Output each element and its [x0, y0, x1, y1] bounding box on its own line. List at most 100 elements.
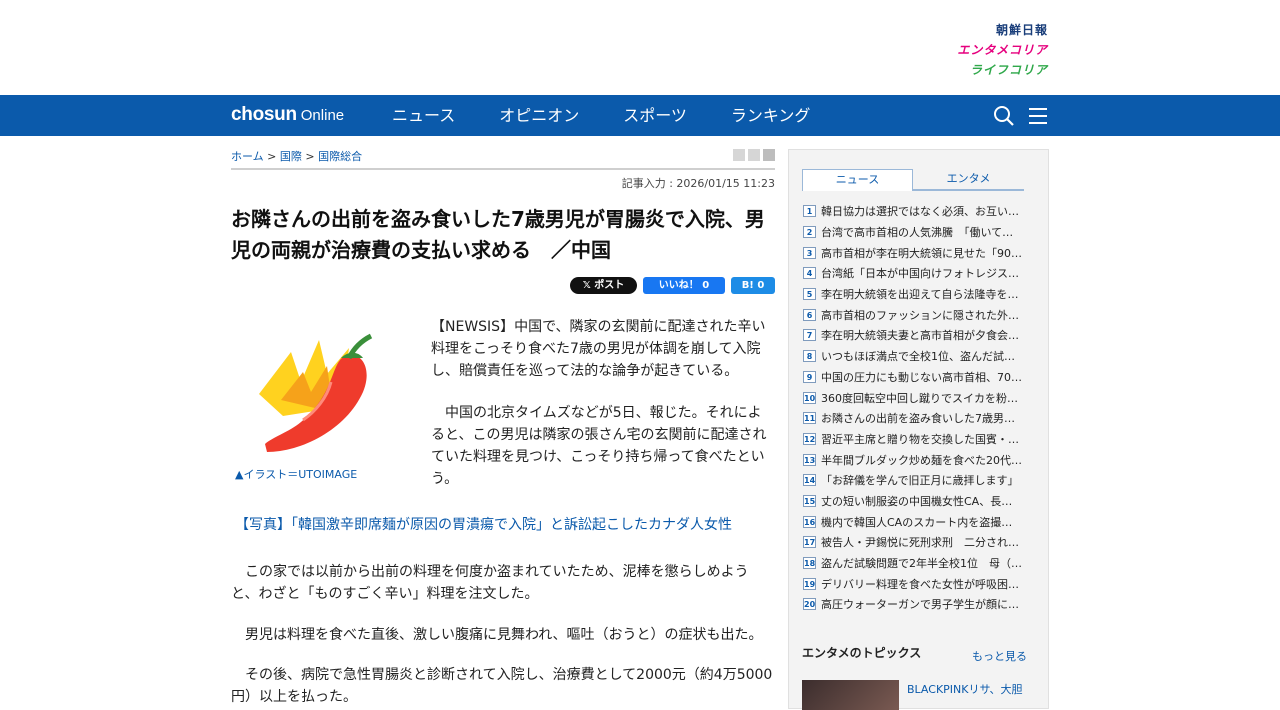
divider: [231, 168, 775, 170]
facebook-like-button[interactable]: いいね！ 0: [643, 277, 725, 294]
related-article-link[interactable]: 【写真】「韓国激辛即席麺が原因の胃潰瘍で入院」と訴訟起こしたカナダ人女性: [235, 514, 732, 534]
rank-number: 7: [803, 329, 816, 342]
ranking-item[interactable]: 7 李在明大統領夫妻と高市首相が夕食会…: [803, 325, 1031, 346]
ranking-item[interactable]: 3 高市首相が李在明大統領に見せた「90…: [803, 242, 1031, 263]
main-nav: chosun Online ニュース オピニオン スポーツ ランキング: [0, 95, 1280, 136]
article-paragraph: 【NEWSIS】中国で、隣家の玄関前に配達された辛い料理をこっそり食べた7歳の男…: [431, 319, 766, 379]
more-link[interactable]: もっと見る: [972, 648, 1027, 664]
ranking-item-title: 360度回転空中回し蹴りでスイカを粉…: [821, 391, 1018, 405]
ranking-item[interactable]: 4 台湾紙「日本が中国向けフォトレジス…: [803, 263, 1031, 284]
rank-number: 15: [803, 494, 816, 507]
ranking-item[interactable]: 16 機内で韓国人CAのスカート内を盗撮…: [803, 511, 1031, 532]
menu-icon[interactable]: [1027, 105, 1049, 131]
ranking-item[interactable]: 6 高市首相のファッションに隠された外…: [803, 304, 1031, 325]
image-caption: ▲イラスト＝UTOIMAGE: [235, 468, 358, 481]
ranking-item[interactable]: 18 盗んだ試験問題で2年半全校1位 母（…: [803, 553, 1031, 574]
ranking-item[interactable]: 8 いつもほぼ満点で全校1位、盗んだ試…: [803, 346, 1031, 367]
ranking-item[interactable]: 20 高圧ウォーターガンで男子学生が顔に…: [803, 594, 1031, 615]
ranking-list: 1 韓日協力は選択ではなく必須、お互い… 2 台湾で高市首相の人気沸騰 「働いて… 3 高…: [803, 201, 1031, 615]
plus-icon[interactable]: [763, 149, 775, 161]
brand-link-entame[interactable]: エンタメコリア: [957, 40, 1048, 60]
x-post-button[interactable]: 𝕏 ポスト: [570, 277, 637, 294]
share-buttons: 𝕏 ポスト いいね！ 0 B! 0: [570, 277, 775, 294]
article-image: [231, 312, 421, 466]
rank-number: 13: [803, 453, 816, 466]
ranking-item[interactable]: 11 お隣さんの出前を盗み食いした7歳男…: [803, 408, 1031, 429]
rank-number: 14: [803, 474, 816, 487]
ranking-item-title: 被告人・尹錫悦に死刑求刑 二分され…: [821, 536, 1019, 550]
rank-number: 8: [803, 350, 816, 363]
breadcrumb-international[interactable]: 国際: [280, 150, 302, 163]
topic-thumbnail[interactable]: [802, 680, 899, 710]
ranking-item[interactable]: 5 李在明大統領を出迎えて自ら法隆寺を…: [803, 284, 1031, 305]
ranking-item-title: 高市首相が李在明大統領に見せた「90…: [821, 246, 1022, 260]
brand-links: 朝鮮日報 エンタメコリア ライフコリア: [957, 20, 1048, 80]
breadcrumb-sep: >: [301, 150, 319, 163]
rank-number: 4: [803, 267, 816, 280]
rank-number: 10: [803, 391, 816, 404]
breadcrumb-home[interactable]: ホーム: [231, 150, 264, 163]
ranking-item[interactable]: 15 丈の短い制服姿の中国機女性CA、長…: [803, 491, 1031, 512]
ranking-item[interactable]: 1 韓日協力は選択ではなく必須、お互い…: [803, 201, 1031, 222]
ranking-item-title: 「お辞儀を学んで旧正月に歳拝します」: [821, 474, 1019, 488]
nav-item-sports[interactable]: スポーツ: [623, 95, 687, 136]
hatena-bookmark-button[interactable]: B! 0: [731, 277, 775, 294]
nav-icons: [993, 105, 1049, 131]
article-paragraph: 中国の北京タイムズなどが5日、報じた。それによると、この男児は隣家の張さん宅の玄…: [431, 405, 767, 487]
article-date: 記事入力 : 2026/01/15 11:23: [621, 177, 775, 190]
ranking-item[interactable]: 9 中国の圧力にも動じない高市首相、70…: [803, 367, 1031, 388]
article-paragraph: その後、病院で急性胃腸炎と診断されて入院し、治療費として2000元（約4万500…: [231, 667, 773, 705]
ranking-item[interactable]: 14 「お辞儀を学んで旧正月に歳拝します」: [803, 470, 1031, 491]
brand-link-life[interactable]: ライフコリア: [957, 60, 1048, 80]
rank-number: 2: [803, 226, 816, 239]
breadcrumb-sep: >: [263, 150, 280, 163]
article-tools: [733, 149, 775, 161]
ranking-item[interactable]: 10 360度回転空中回し蹴りでスイカを粉…: [803, 387, 1031, 408]
topic-link[interactable]: BLACKPINKリサ、大胆: [907, 681, 1032, 697]
tab-entame[interactable]: エンタメ: [913, 169, 1024, 189]
rank-number: 11: [803, 412, 816, 425]
logo-bold: chosun: [231, 104, 297, 125]
rank-number: 3: [803, 246, 816, 259]
sidebar-tabs: ニュース エンタメ: [802, 169, 1024, 191]
article-paragraph: この家では以前から出前の料理を何度か盗まれていたため、泥棒を懲らしめようと、わざ…: [231, 564, 749, 602]
ranking-item[interactable]: 17 被告人・尹錫悦に死刑求刑 二分され…: [803, 532, 1031, 553]
print-icon[interactable]: [733, 149, 745, 161]
ranking-item-title: 丈の短い制服姿の中国機女性CA、長…: [821, 494, 1013, 508]
rank-number: 19: [803, 577, 816, 590]
breadcrumb: ホーム > 国際 > 国際総合: [231, 148, 362, 164]
rank-number: 5: [803, 288, 816, 301]
brand-link-chosun[interactable]: 朝鮮日報: [957, 20, 1048, 40]
ranking-item-title: 機内で韓国人CAのスカート内を盗撮…: [821, 515, 1013, 529]
rank-number: 16: [803, 515, 816, 528]
logo-light: Online: [300, 107, 345, 124]
search-icon[interactable]: [993, 105, 1015, 131]
ranking-item-title: 高圧ウォーターガンで男子学生が顔に…: [821, 598, 1019, 612]
nav-item-ranking[interactable]: ランキング: [731, 95, 811, 136]
breadcrumb-international-general[interactable]: 国際総合: [318, 150, 362, 163]
top-header: 朝鮮日報 エンタメコリア ライフコリア: [0, 0, 1280, 95]
ranking-item-title: 李在明大統領を出迎えて自ら法隆寺を…: [821, 288, 1019, 302]
rank-number: 20: [803, 598, 816, 611]
ranking-item[interactable]: 12 習近平主席と贈り物を交換した国賓・…: [803, 429, 1031, 450]
ranking-item[interactable]: 2 台湾で高市首相の人気沸騰 「働いて…: [803, 222, 1031, 243]
ranking-item[interactable]: 19 デリバリー料理を食べた女性が呼吸困…: [803, 573, 1031, 594]
site-logo[interactable]: chosun Online: [231, 104, 344, 126]
ranking-item[interactable]: 13 半年間ブルダック炒め麺を食べた20代…: [803, 449, 1031, 470]
nav-item-opinion[interactable]: オピニオン: [499, 95, 579, 136]
article-headline: お隣さんの出前を盗み食いした7歳男児が胃腸炎で入院、男児の両親が治療費の支払い求…: [231, 207, 765, 262]
nav-items: ニュース オピニオン スポーツ ランキング: [392, 95, 854, 136]
topics-title: エンタメのトピックス: [802, 646, 922, 660]
ranking-item-title: お隣さんの出前を盗み食いした7歳男…: [821, 412, 1015, 426]
ranking-item-title: 李在明大統領夫妻と高市首相が夕食会…: [821, 329, 1019, 343]
chili-pepper-icon: [259, 333, 373, 452]
font-size-icon[interactable]: [748, 149, 760, 161]
ranking-item-title: 半年間ブルダック炒め麺を食べた20代…: [821, 453, 1022, 467]
ranking-item-title: 盗んだ試験問題で2年半全校1位 母（…: [821, 557, 1022, 571]
ranking-item-title: デリバリー料理を食べた女性が呼吸困…: [821, 577, 1019, 591]
tab-news[interactable]: ニュース: [802, 169, 913, 191]
ranking-item-title: 中国の圧力にも動じない高市首相、70…: [821, 370, 1022, 384]
article-paragraph: 男児は料理を食べた直後、激しい腹痛に見舞われ、嘔吐（おうと）の症状も出た。: [231, 627, 763, 643]
rank-number: 1: [803, 205, 816, 218]
nav-item-news[interactable]: ニュース: [392, 95, 455, 136]
